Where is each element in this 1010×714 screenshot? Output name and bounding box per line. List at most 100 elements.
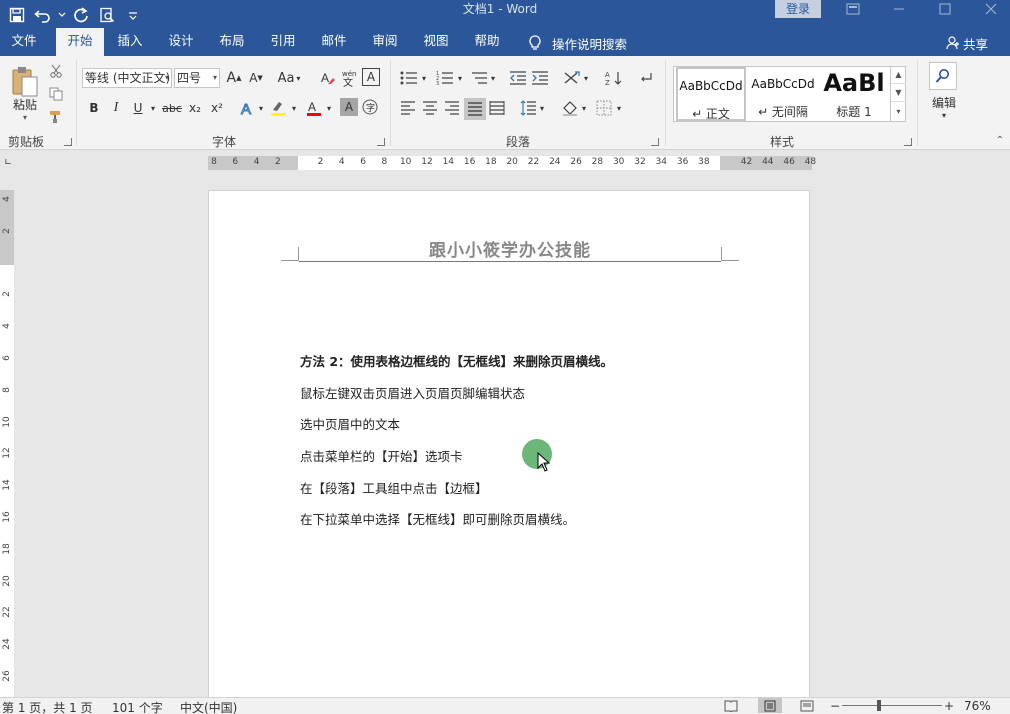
print-preview-icon[interactable] — [94, 2, 120, 28]
shading-dropdown-icon[interactable]: ▾ — [580, 98, 588, 118]
scroll-up-icon[interactable]: ▲ — [891, 66, 906, 84]
strikethrough-button[interactable]: abc — [160, 98, 184, 118]
document-paragraph[interactable]: 点击菜单栏的【开始】选项卡 — [300, 446, 463, 465]
zoom-slider-track[interactable] — [842, 705, 942, 706]
distributed-icon[interactable] — [487, 98, 507, 118]
line-spacing-icon[interactable] — [518, 98, 538, 118]
style-no-spacing[interactable]: AaBbCcDd ↵ 无间隔 — [748, 67, 818, 121]
text-effects-dropdown-icon[interactable]: ▾ — [257, 98, 265, 118]
clipboard-launcher-icon[interactable] — [64, 138, 72, 146]
language-indicator[interactable]: 中文(中国) — [180, 699, 237, 714]
grow-font-button[interactable]: A ▲ — [224, 68, 244, 88]
repeat-icon[interactable] — [68, 2, 94, 28]
font-size-combo[interactable]: 四号 ▾ — [174, 68, 220, 88]
vertical-ruler[interactable]: 4 2 2 4 6 8 10 12 14 16 18 20 22 24 26 — [0, 190, 14, 697]
sort-icon[interactable]: AZ — [604, 68, 624, 88]
show-marks-icon[interactable] — [636, 68, 656, 88]
maximize-icon[interactable] — [922, 0, 968, 18]
numbering-dropdown-icon[interactable]: ▾ — [456, 68, 464, 88]
ribbon-display-options-icon[interactable] — [830, 0, 876, 18]
paste-dropdown-icon[interactable]: ▾ — [18, 112, 32, 122]
close-icon[interactable] — [968, 0, 1010, 18]
cut-icon[interactable] — [47, 62, 65, 80]
bullets-icon[interactable] — [398, 68, 420, 88]
minimize-icon[interactable] — [876, 0, 922, 18]
tab-design[interactable]: 设计 — [159, 30, 203, 56]
tab-layout[interactable]: 布局 — [210, 30, 254, 56]
tab-insert[interactable]: 插入 — [108, 30, 152, 56]
align-right-icon[interactable] — [442, 98, 462, 118]
multilevel-dropdown-icon[interactable]: ▾ — [489, 68, 497, 88]
font-color-dropdown-icon[interactable]: ▾ — [325, 98, 333, 118]
format-painter-icon[interactable] — [47, 108, 65, 126]
shading-icon[interactable] — [560, 98, 580, 118]
save-icon[interactable] — [4, 2, 30, 28]
styles-launcher-icon[interactable] — [904, 138, 912, 146]
print-layout-icon[interactable] — [758, 698, 782, 713]
phonetic-guide-icon[interactable]: wén 文 — [340, 68, 360, 88]
zoom-slider-thumb[interactable] — [876, 700, 881, 711]
change-case-button[interactable]: Aa ▾ — [274, 68, 304, 88]
bold-button[interactable]: B — [84, 98, 104, 118]
collapse-ribbon-icon[interactable]: ⌃ — [993, 134, 1007, 146]
tab-view[interactable]: 视图 — [414, 30, 458, 56]
page-count[interactable]: 第 1 页，共 1 页 — [2, 699, 93, 714]
undo-icon[interactable] — [30, 2, 56, 28]
increase-indent-icon[interactable] — [530, 68, 550, 88]
copy-icon[interactable] — [47, 85, 65, 103]
enclosed-characters-icon[interactable]: 字 — [361, 98, 379, 116]
tab-home[interactable]: 开始 — [56, 28, 104, 56]
undo-dropdown-icon[interactable] — [56, 2, 68, 28]
highlight-dropdown-icon[interactable]: ▾ — [290, 98, 298, 118]
numbering-icon[interactable]: 123 — [434, 68, 456, 88]
paste-button[interactable]: 粘贴 — [6, 96, 44, 112]
tell-me-search[interactable]: 操作说明搜索 — [528, 30, 627, 56]
font-color-icon[interactable]: A — [304, 98, 324, 118]
font-launcher-icon[interactable] — [377, 138, 385, 146]
underline-dropdown-icon[interactable]: ▾ — [148, 98, 158, 118]
editing-dropdown-icon[interactable]: ▾ — [938, 110, 950, 120]
document-page[interactable]: 跟小小筱学办公技能 方法 2：使用表格边框线的【无框线】来删除页眉横线。 鼠标左键… — [208, 190, 810, 700]
character-shading-icon[interactable]: A — [340, 98, 358, 116]
tab-file[interactable]: 文件 — [0, 30, 48, 56]
text-effects-icon[interactable]: A — [238, 98, 258, 118]
tab-references[interactable]: 引用 — [261, 30, 305, 56]
highlight-icon[interactable] — [268, 98, 288, 118]
read-mode-icon[interactable] — [724, 700, 738, 714]
document-paragraph[interactable]: 在【段落】工具组中点击【边框】 — [300, 478, 488, 497]
tab-help[interactable]: 帮助 — [465, 30, 509, 56]
borders-icon[interactable] — [594, 98, 614, 118]
shrink-font-button[interactable]: A ▼ — [246, 68, 266, 88]
clear-formatting-icon[interactable]: A — [318, 68, 338, 88]
line-spacing-dropdown-icon[interactable]: ▾ — [538, 98, 546, 118]
document-paragraph[interactable]: 方法 2：使用表格边框线的【无框线】来删除页眉横线。 — [300, 351, 613, 370]
style-heading-1[interactable]: AaBl 标题 1 — [820, 67, 888, 121]
italic-button[interactable]: I — [106, 98, 126, 118]
superscript-button[interactable]: x² — [207, 98, 227, 118]
zoom-in-button[interactable]: + — [944, 699, 954, 713]
align-left-icon[interactable] — [398, 98, 418, 118]
justify-icon[interactable] — [464, 98, 486, 120]
multilevel-list-icon[interactable] — [468, 68, 490, 88]
login-button[interactable]: 登录 — [775, 0, 821, 18]
styles-more-icon[interactable]: ▾ — [891, 102, 906, 120]
bullets-dropdown-icon[interactable]: ▾ — [420, 68, 428, 88]
tab-review[interactable]: 审阅 — [363, 30, 407, 56]
share-button[interactable]: 共享 — [946, 30, 988, 56]
paragraph-launcher-icon[interactable] — [651, 138, 659, 146]
borders-dropdown-icon[interactable]: ▾ — [615, 98, 623, 118]
scroll-down-icon[interactable]: ▼ — [891, 84, 906, 102]
tab-selector-icon[interactable]: ∟ — [2, 156, 14, 170]
document-paragraph[interactable]: 在下拉菜单中选择【无框线】即可删除页眉横线。 — [300, 509, 575, 528]
zoom-level[interactable]: 76% — [964, 699, 991, 713]
style-normal[interactable]: AaBbCcDd ↵ 正文 — [676, 67, 746, 121]
character-border-icon[interactable]: A — [362, 68, 380, 86]
web-layout-icon[interactable] — [800, 700, 814, 714]
chinese-layout-dropdown-icon[interactable]: ▾ — [582, 68, 590, 88]
underline-button[interactable]: U — [128, 98, 148, 118]
decrease-indent-icon[interactable] — [508, 68, 528, 88]
font-name-combo[interactable]: 等线 (中文正文) ▾ — [82, 68, 172, 88]
search-icon[interactable] — [929, 62, 957, 90]
subscript-button[interactable]: x₂ — [185, 98, 205, 118]
tab-mailings[interactable]: 邮件 — [312, 30, 356, 56]
